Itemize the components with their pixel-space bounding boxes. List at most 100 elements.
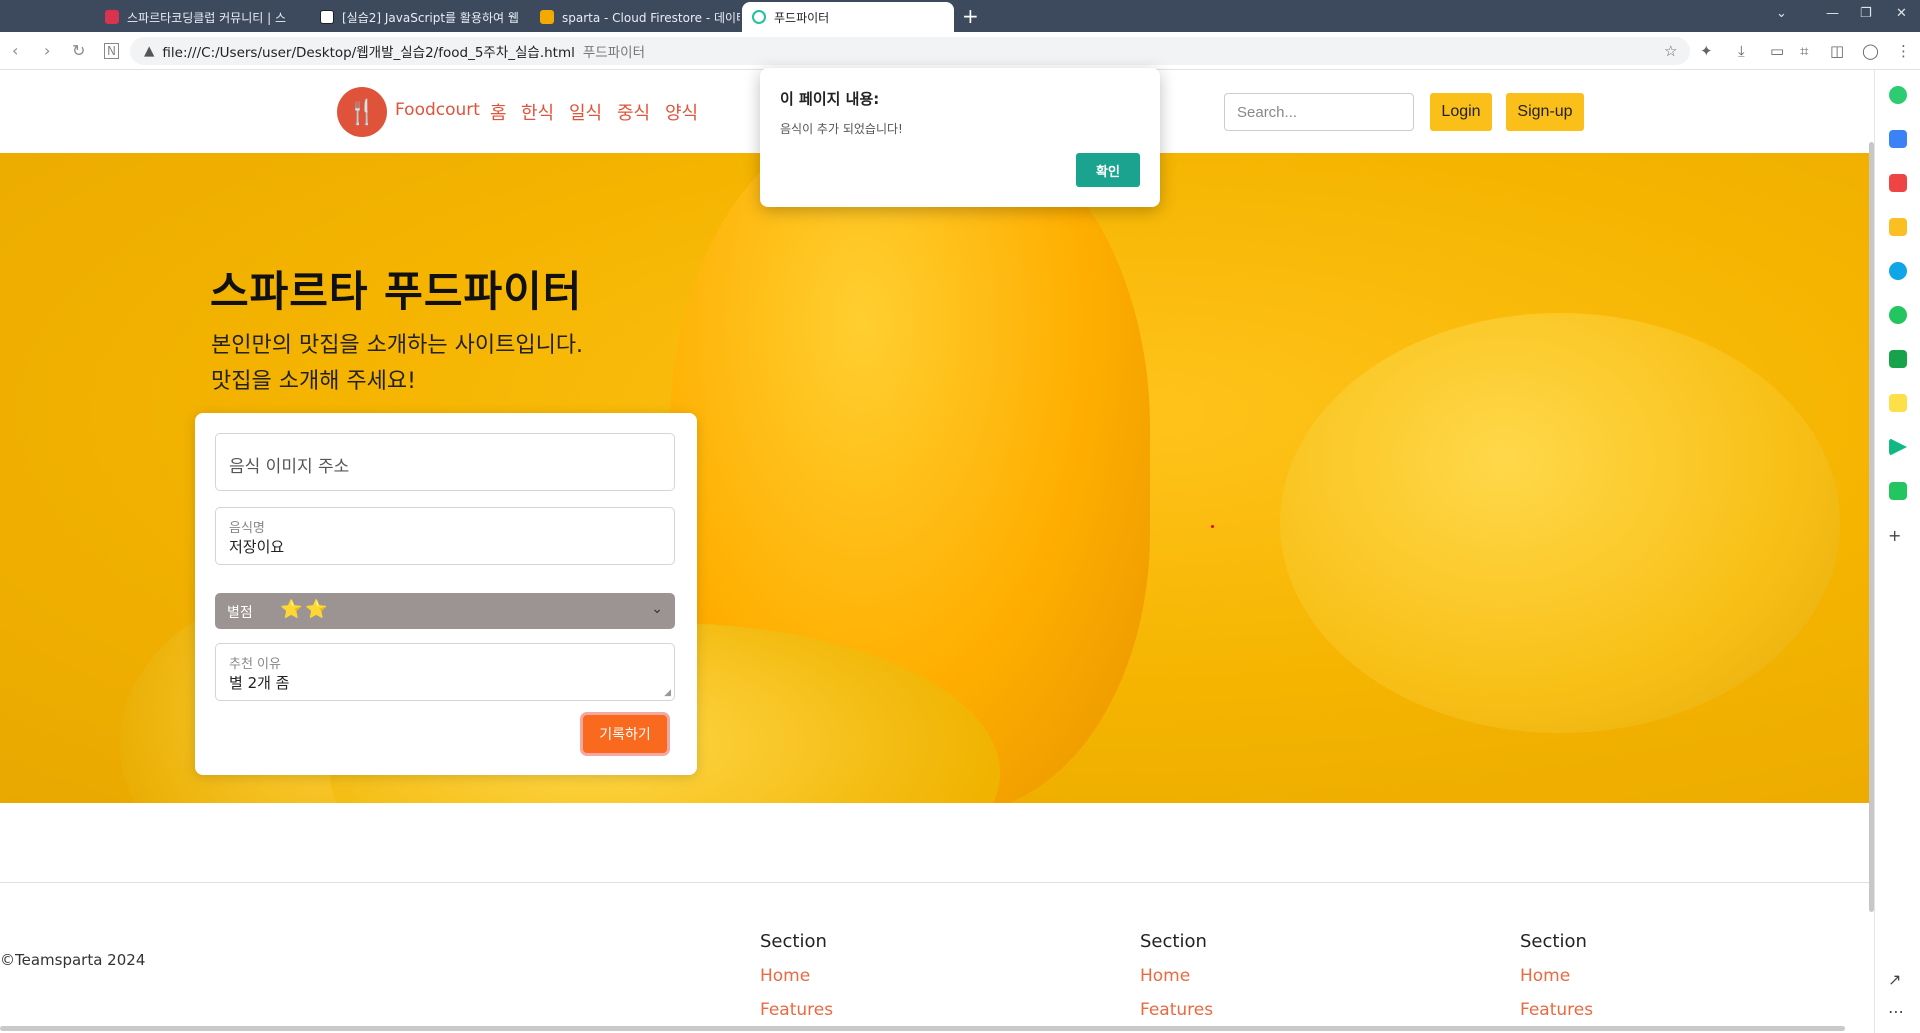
address-input[interactable]: ▲ file:///C:/Users/user/Desktop/웹개발_실습2/… bbox=[130, 37, 1690, 65]
restore-icon[interactable]: ❐ bbox=[1860, 6, 1872, 21]
whatsapp-icon[interactable] bbox=[1889, 86, 1907, 104]
dialog-message: 음식이 추가 되었습니다! bbox=[780, 122, 903, 136]
footer-section: Section Home Features bbox=[760, 931, 833, 1033]
footer-section-title: Section bbox=[1140, 931, 1207, 952]
signup-button[interactable]: Sign-up bbox=[1506, 93, 1584, 131]
rating-select[interactable]: 별점 ⭐⭐ ⌄ bbox=[215, 593, 675, 629]
nav-korean[interactable]: 한식 bbox=[521, 99, 554, 125]
calendar-icon[interactable] bbox=[1889, 130, 1907, 148]
minimize-icon[interactable]: — bbox=[1826, 6, 1839, 21]
close-window-icon[interactable]: ✕ bbox=[1896, 6, 1907, 21]
lemon-image bbox=[1280, 313, 1840, 733]
search-input[interactable] bbox=[1224, 93, 1414, 131]
warning-icon: ▲ bbox=[144, 43, 155, 59]
side-panel: + ↗ ⋯ bbox=[1874, 70, 1920, 1033]
tab-strip: 스파르타코딩클럽 커뮤니티 | 스 [실습2] JavaScript를 활용하여… bbox=[0, 0, 1920, 32]
nav-chinese[interactable]: 중식 bbox=[617, 99, 650, 125]
footer-divider bbox=[0, 882, 1874, 883]
brand-link[interactable]: Foodcourt bbox=[395, 100, 480, 120]
post-form-card: 음식 이미지 주소 음식명 저장이요 별점 ⭐⭐ ⌄ 추천 이유 별 2개 좀 … bbox=[195, 413, 697, 775]
extensions-icon[interactable]: ✦ bbox=[1700, 42, 1713, 60]
web-page: 🍴 Foodcourt 홈 한식 일식 중식 양식 Login Sign-up … bbox=[0, 70, 1874, 1033]
footer-section: Section Home Features bbox=[1140, 931, 1213, 1033]
address-toolbar: ‹ › ↻ N ▲ file:///C:/Users/user/Desktop/… bbox=[0, 32, 1920, 70]
site-label: 푸드파이터 bbox=[582, 45, 645, 61]
play-icon[interactable] bbox=[1889, 306, 1907, 324]
reason-label: 추천 이유 bbox=[229, 657, 281, 672]
play-store-icon[interactable] bbox=[1889, 438, 1907, 456]
cursor-dot bbox=[1211, 525, 1214, 528]
notion-favicon-icon bbox=[320, 10, 334, 24]
video-icon[interactable]: ▭ bbox=[1770, 42, 1784, 60]
tab-notion-practice[interactable]: [실습2] JavaScript를 활용하여 웹 bbox=[310, 2, 525, 32]
naver-home-icon[interactable]: N bbox=[104, 43, 119, 59]
dialog-ok-button[interactable]: 확인 bbox=[1076, 153, 1140, 187]
login-button[interactable]: Login bbox=[1430, 93, 1492, 131]
tab-firestore[interactable]: sparta - Cloud Firestore - 데이터 bbox=[530, 2, 740, 32]
alert-dialog: 이 페이지 내용: 음식이 추가 되었습니다! 확인 bbox=[760, 68, 1160, 207]
pocket-icon[interactable] bbox=[1889, 174, 1907, 192]
food-name-field[interactable]: 음식명 저장이요 bbox=[215, 507, 675, 565]
bookmark-star-icon[interactable]: ☆ bbox=[1664, 42, 1677, 60]
external-link-icon[interactable]: ↗ bbox=[1888, 970, 1901, 989]
tab-title: sparta - Cloud Firestore - 데이터 bbox=[562, 10, 740, 25]
edge-icon[interactable] bbox=[1889, 262, 1907, 280]
food-name-value: 저장이요 bbox=[229, 538, 285, 556]
submit-button[interactable]: 기록하기 bbox=[583, 715, 667, 753]
reload-icon[interactable]: ↻ bbox=[72, 41, 85, 60]
hero-subtitle-line: 맛집을 소개해 주세요! bbox=[211, 369, 416, 394]
loading-favicon-icon bbox=[752, 10, 766, 24]
hero-subtitle-line: 본인만의 맛집을 소개하는 사이트입니다. bbox=[211, 333, 584, 358]
blog-icon[interactable] bbox=[1889, 482, 1907, 500]
profile-icon[interactable]: ◯ bbox=[1862, 42, 1879, 60]
horizontal-scrollbar[interactable] bbox=[0, 1026, 1845, 1031]
nav-home[interactable]: 홈 bbox=[490, 99, 507, 125]
footer-link-home[interactable]: Home bbox=[760, 966, 833, 986]
footer-section-title: Section bbox=[1520, 931, 1587, 952]
image-url-placeholder: 음식 이미지 주소 bbox=[229, 457, 350, 477]
note-icon[interactable] bbox=[1889, 394, 1907, 412]
footer-link-features[interactable]: Features bbox=[760, 1000, 833, 1020]
footer-section-title: Section bbox=[760, 931, 827, 952]
new-tab-icon[interactable]: + bbox=[962, 4, 979, 28]
nav-western[interactable]: 양식 bbox=[665, 99, 698, 125]
footer-link-home[interactable]: Home bbox=[1520, 966, 1593, 986]
plus-icon[interactable]: + bbox=[1888, 526, 1901, 545]
food-name-label: 음식명 bbox=[229, 521, 265, 536]
tab-title: 푸드파이터 bbox=[774, 10, 830, 25]
tab-title: 스파르타코딩클럽 커뮤니티 | 스 bbox=[127, 10, 287, 25]
menu-icon[interactable]: ⋮ bbox=[1896, 42, 1911, 60]
sidebar-toggle-icon[interactable]: ◫ bbox=[1830, 42, 1844, 60]
dialog-title: 이 페이지 내용: bbox=[780, 90, 880, 108]
back-icon[interactable]: ‹ bbox=[12, 41, 18, 60]
firebase-favicon-icon bbox=[540, 10, 554, 24]
hero-title: 스파르타 푸드파이터 bbox=[210, 267, 583, 316]
rating-stars-value: ⭐⭐ bbox=[280, 599, 331, 620]
resize-handle-icon[interactable]: ◢ bbox=[664, 688, 671, 698]
hero-subtitle: 본인만의 맛집을 소개하는 사이트입니다. 맛집을 소개해 주세요! bbox=[211, 328, 583, 400]
footer-copyright: ©Teamsparta 2024 bbox=[0, 951, 146, 969]
forward-icon[interactable]: › bbox=[44, 41, 50, 60]
capture-icon[interactable]: ⌗ bbox=[1800, 42, 1808, 60]
footer-link-features[interactable]: Features bbox=[1520, 1000, 1593, 1020]
tab-sparta-community[interactable]: 스파르타코딩클럽 커뮤니티 | 스 bbox=[95, 2, 305, 32]
more-icon[interactable]: ⋯ bbox=[1888, 1002, 1904, 1021]
image-url-field[interactable]: 음식 이미지 주소 bbox=[215, 433, 675, 491]
reason-value: 별 2개 좀 bbox=[229, 674, 290, 692]
download-icon[interactable]: ⤓ bbox=[1738, 42, 1745, 60]
tab-title: [실습2] JavaScript를 활용하여 웹 bbox=[342, 10, 519, 25]
footer-section: Section Home Features bbox=[1520, 931, 1593, 1033]
reason-textarea[interactable]: 추천 이유 별 2개 좀 ◢ bbox=[215, 643, 675, 701]
tab-foodfighter[interactable]: 푸드파이터 bbox=[742, 2, 954, 32]
nav-japanese[interactable]: 일식 bbox=[569, 99, 602, 125]
tab-search-chevron-icon[interactable]: ⌄ bbox=[1776, 6, 1787, 21]
chevron-down-icon: ⌄ bbox=[651, 601, 663, 617]
fork-knife-logo-icon[interactable]: 🍴 bbox=[337, 87, 387, 137]
rating-label: 별점 bbox=[227, 605, 253, 621]
star-icon[interactable] bbox=[1889, 218, 1907, 236]
footer-link-home[interactable]: Home bbox=[1140, 966, 1213, 986]
url-text: file:///C:/Users/user/Desktop/웹개발_실습2/fo… bbox=[162, 45, 575, 61]
sparta-favicon-icon bbox=[105, 10, 119, 24]
footer-link-features[interactable]: Features bbox=[1140, 1000, 1213, 1020]
webtoon-icon[interactable] bbox=[1889, 350, 1907, 368]
